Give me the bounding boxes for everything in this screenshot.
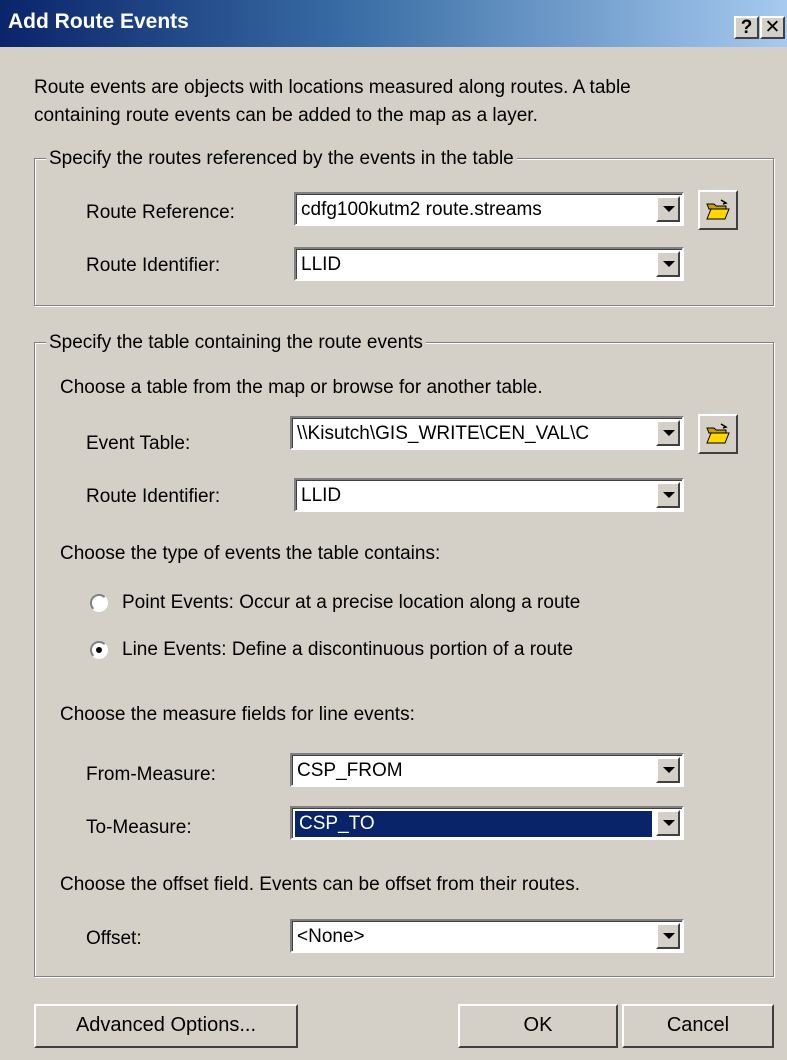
from-measure-value: CSP_FROM xyxy=(297,760,403,781)
intro-line-2: containing route events can be added to … xyxy=(34,105,538,126)
chevron-down-icon[interactable] xyxy=(656,420,680,446)
event-route-identifier-combo[interactable]: LLID xyxy=(294,478,684,512)
intro-line-1: Route events are objects with locations … xyxy=(34,77,631,98)
from-measure-combo[interactable]: CSP_FROM xyxy=(290,753,684,787)
route-reference-combo[interactable]: cdfg100kutm2 route.streams xyxy=(294,192,684,226)
offset-label: Offset: xyxy=(86,928,142,949)
title-bar[interactable]: Add Route Events ? ✕ xyxy=(0,0,787,47)
route-identifier-label: Route Identifier: xyxy=(86,255,221,276)
chevron-down-icon[interactable] xyxy=(656,923,680,949)
offset-value: <None> xyxy=(297,926,365,947)
chevron-down-icon[interactable] xyxy=(656,810,680,836)
offset-field-text: Choose the offset field. Events can be o… xyxy=(60,874,580,895)
to-measure-combo[interactable]: CSP_TO xyxy=(290,806,684,840)
routes-group xyxy=(34,158,774,306)
chevron-down-icon[interactable] xyxy=(656,196,680,222)
route-identifier-value: LLID xyxy=(301,254,342,275)
point-events-label[interactable]: Point Events: Occur at a precise locatio… xyxy=(122,592,580,614)
ok-button[interactable]: OK xyxy=(458,1004,618,1048)
close-button[interactable]: ✕ xyxy=(760,16,785,39)
from-measure-label: From-Measure: xyxy=(86,764,216,785)
event-route-identifier-label: Route Identifier: xyxy=(86,486,221,507)
events-group-legend: Specify the table containing the route e… xyxy=(46,332,426,354)
line-events-label[interactable]: Line Events: Define a discontinuous port… xyxy=(122,639,573,661)
window-title: Add Route Events xyxy=(8,10,189,33)
chevron-down-icon[interactable] xyxy=(656,251,680,277)
line-events-radio[interactable] xyxy=(90,641,108,659)
choose-type-text: Choose the type of events the table cont… xyxy=(60,543,441,564)
routes-group-legend: Specify the routes referenced by the eve… xyxy=(46,148,517,170)
advanced-options-button[interactable]: Advanced Options... xyxy=(34,1004,298,1048)
open-folder-icon xyxy=(706,423,730,444)
cancel-button[interactable]: Cancel xyxy=(622,1004,774,1048)
event-table-value: \\Kisutch\GIS_WRITE\CEN_VAL\C xyxy=(297,423,590,444)
help-button[interactable]: ? xyxy=(734,16,759,39)
offset-combo[interactable]: <None> xyxy=(290,919,684,953)
chevron-down-icon[interactable] xyxy=(656,482,680,508)
point-events-radio[interactable] xyxy=(90,594,108,612)
route-reference-value: cdfg100kutm2 route.streams xyxy=(301,199,542,220)
measure-fields-text: Choose the measure fields for line event… xyxy=(60,704,415,725)
chevron-down-icon[interactable] xyxy=(656,757,680,783)
event-table-browse-button[interactable] xyxy=(698,414,738,454)
add-route-events-dialog: Add Route Events ? ✕ Route events are ob… xyxy=(0,0,787,1060)
event-table-combo[interactable]: \\Kisutch\GIS_WRITE\CEN_VAL\C xyxy=(290,416,684,450)
to-measure-value: CSP_TO xyxy=(295,811,652,837)
route-identifier-combo[interactable]: LLID xyxy=(294,247,684,281)
route-reference-label: Route Reference: xyxy=(86,202,235,223)
choose-table-text: Choose a table from the map or browse fo… xyxy=(60,377,543,398)
event-table-label: Event Table: xyxy=(86,433,191,454)
event-route-identifier-value: LLID xyxy=(301,485,342,506)
route-reference-browse-button[interactable] xyxy=(698,190,738,230)
open-folder-icon xyxy=(706,199,730,220)
to-measure-label: To-Measure: xyxy=(86,817,192,838)
